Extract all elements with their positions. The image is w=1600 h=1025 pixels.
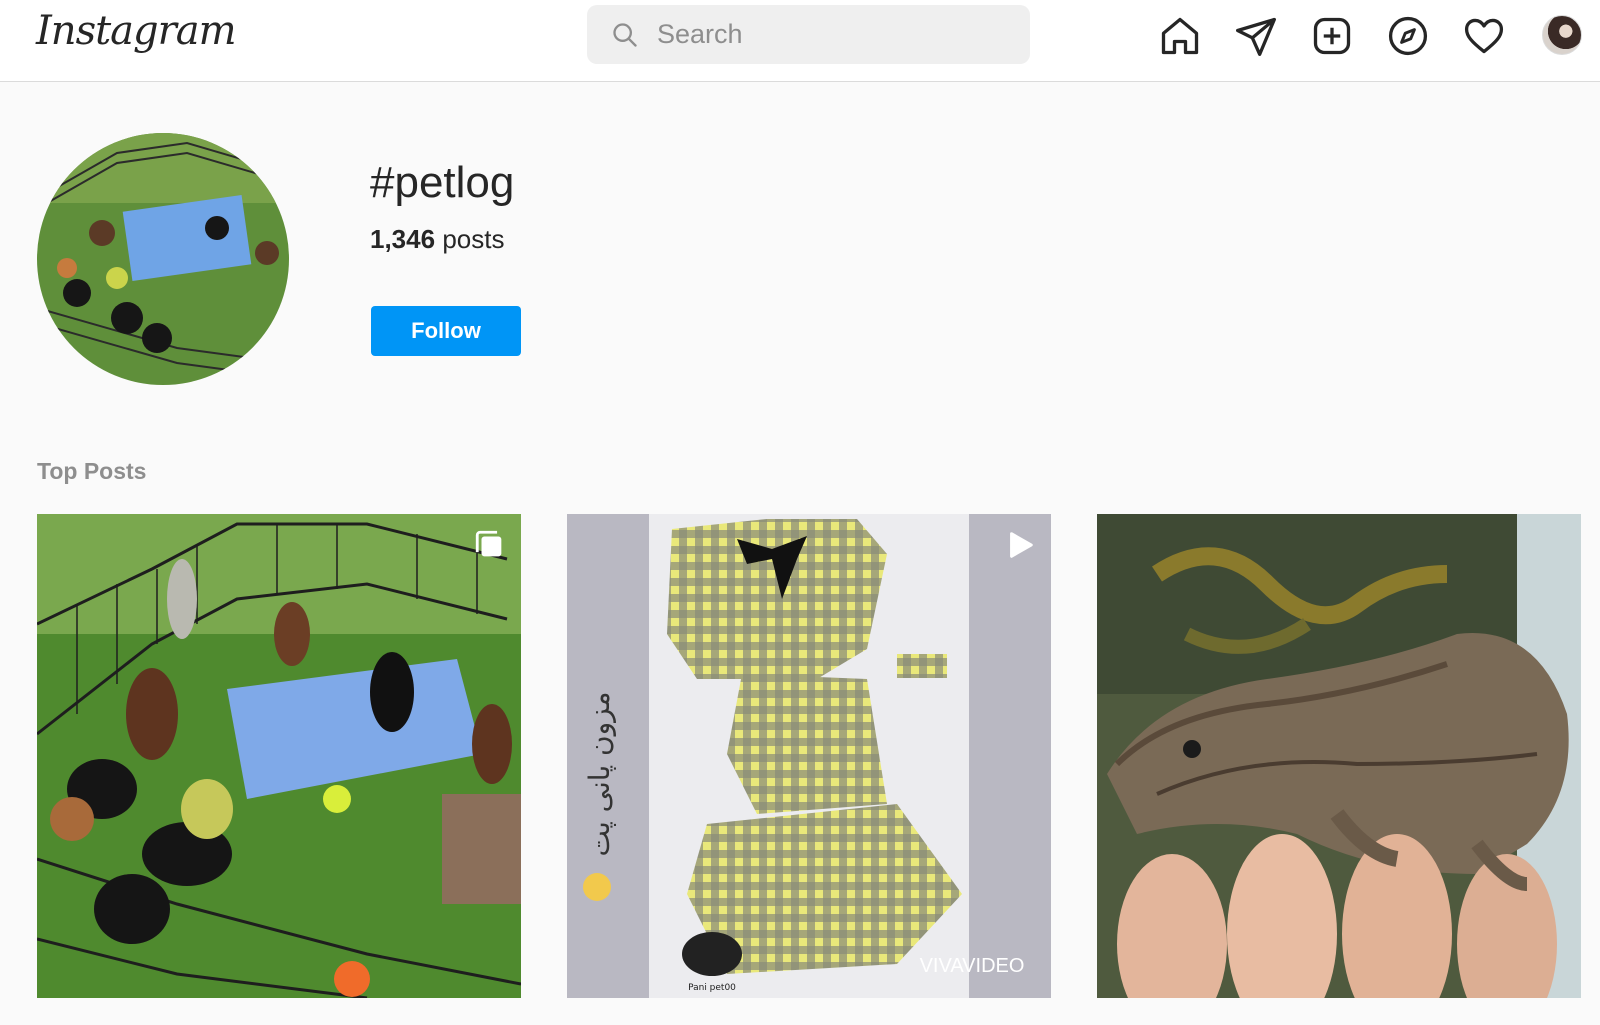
hashtag-avatar bbox=[37, 133, 289, 385]
search-input[interactable] bbox=[657, 15, 997, 53]
search-box[interactable] bbox=[587, 5, 1030, 64]
post-image-pet-clothes: مزون پانی پت Pani pet00 VIVAVIDEO bbox=[567, 514, 1051, 998]
top-post-3[interactable] bbox=[1097, 514, 1581, 998]
post-overlay-text: مزون پانی پت bbox=[583, 691, 616, 856]
hashtag-post-count: 1,346 posts bbox=[370, 224, 504, 255]
hashtag-title: #petlog bbox=[370, 158, 515, 207]
post-watermark: VIVAVIDEO bbox=[920, 955, 1025, 977]
instagram-logo[interactable]: Instagram bbox=[36, 8, 237, 54]
post-count-label: posts bbox=[442, 224, 505, 254]
new-post-icon[interactable] bbox=[1310, 14, 1354, 58]
post-logo-text: Pani pet00 bbox=[688, 983, 736, 993]
post-image-puppies bbox=[37, 514, 521, 998]
carousel-icon bbox=[475, 530, 502, 557]
top-post-1[interactable] bbox=[37, 514, 521, 998]
post-image-gecko bbox=[1097, 514, 1581, 998]
direct-icon[interactable] bbox=[1234, 14, 1278, 58]
top-post-2[interactable]: مزون پانی پت Pani pet00 VIVAVIDEO bbox=[567, 514, 1051, 998]
top-navigation-bar: Instagram bbox=[0, 0, 1600, 82]
post-count-number: 1,346 bbox=[370, 224, 436, 254]
follow-button[interactable]: Follow bbox=[371, 306, 521, 356]
search-icon bbox=[613, 23, 637, 47]
profile-avatar[interactable] bbox=[1542, 15, 1582, 55]
heart-icon[interactable] bbox=[1462, 14, 1506, 58]
video-icon bbox=[1010, 532, 1033, 558]
explore-icon[interactable] bbox=[1386, 14, 1430, 58]
home-icon[interactable] bbox=[1158, 14, 1202, 58]
top-posts-label: Top Posts bbox=[37, 458, 147, 484]
